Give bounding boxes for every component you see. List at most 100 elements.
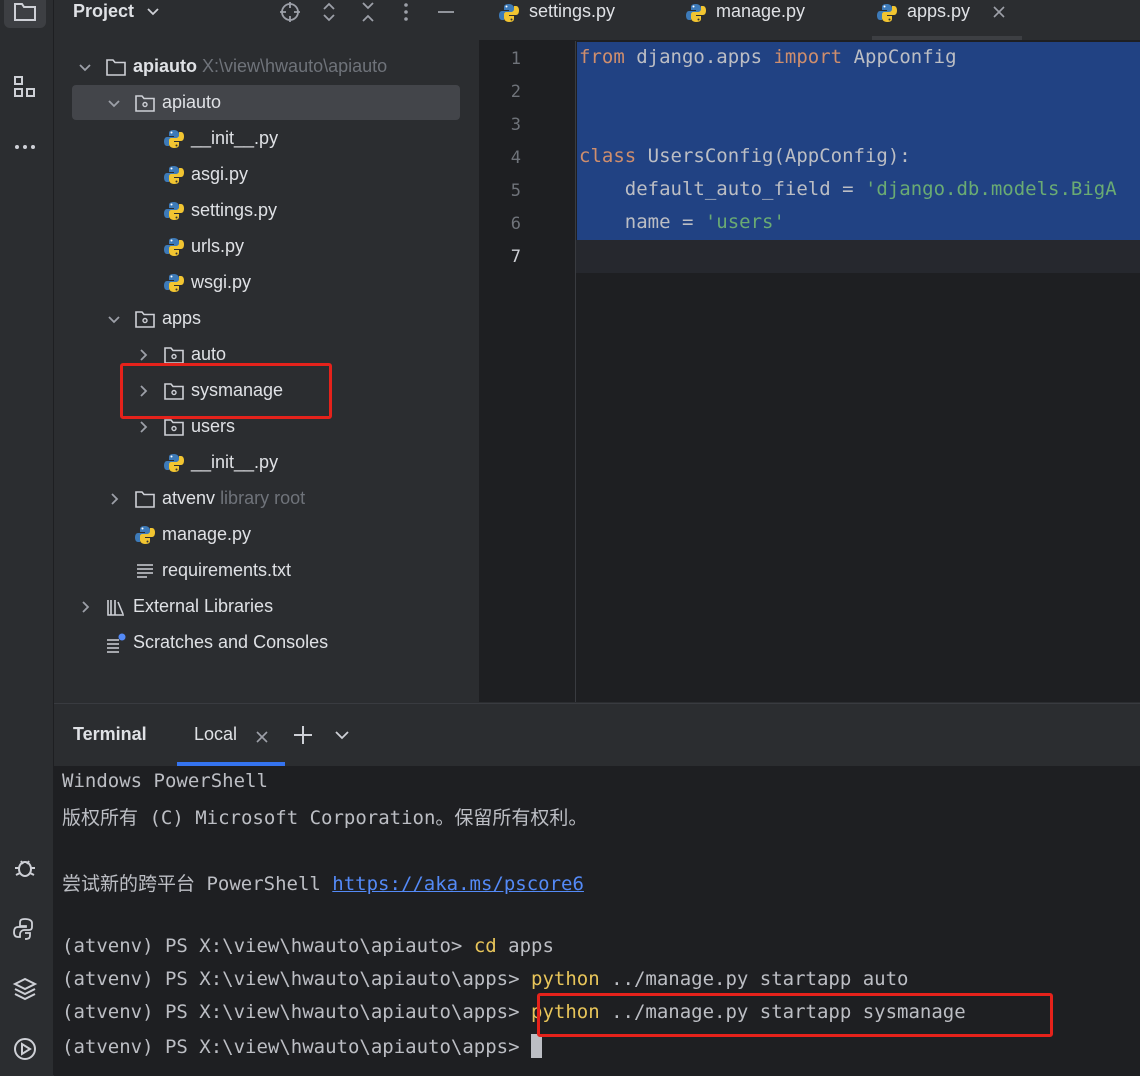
tree-item-init-py[interactable]: __init__.py xyxy=(54,445,478,481)
folder-icon[interactable] xyxy=(4,0,46,28)
terminal-line: (atvenv) PS X:\view\hwauto\apiauto\apps> xyxy=(62,1034,542,1058)
active-tab-indicator xyxy=(177,762,285,766)
tree-item-label: asgi.py xyxy=(191,164,249,184)
terminal-header: Terminal Local xyxy=(54,704,1140,766)
python-file-icon xyxy=(685,2,707,24)
line-number: 4 xyxy=(510,148,521,168)
terminal-line: 版权所有 (C) Microsoft Corporation。保留所有权利。 xyxy=(62,807,588,829)
tab-manage-py[interactable]: manage.py xyxy=(685,0,835,40)
python-file-icon xyxy=(163,164,185,186)
project-panel-header: Project xyxy=(54,0,478,26)
python-file-icon xyxy=(498,2,520,24)
package-folder-icon xyxy=(134,308,156,330)
tree-item-settings-py[interactable]: settings.py xyxy=(54,193,478,229)
tree-item-wsgi-py[interactable]: wsgi.py xyxy=(54,265,478,301)
package-folder-icon xyxy=(134,92,156,114)
tree-item-hint: library root xyxy=(220,488,306,508)
annotation-box xyxy=(120,363,332,419)
editor-tabs: settings.py manage.py apps.py xyxy=(479,0,1140,41)
python-file-icon xyxy=(163,452,185,474)
chevron-right-icon[interactable] xyxy=(135,419,151,435)
python-file-icon xyxy=(163,272,185,294)
tree-item-label: External Libraries xyxy=(133,596,274,616)
chevron-right-icon[interactable] xyxy=(77,599,93,615)
text-file-icon xyxy=(134,560,156,582)
tab-label: settings.py xyxy=(529,1,616,21)
line-number: 6 xyxy=(510,214,521,234)
folder-icon xyxy=(134,488,156,510)
project-panel: Project apiauto X:\view\hwauto\apiauto ap… xyxy=(54,0,478,702)
chevron-down-icon[interactable] xyxy=(77,59,93,75)
options-icon[interactable] xyxy=(395,0,417,24)
terminal-panel: Terminal Local Windows PowerShell 版权所有 (C… xyxy=(54,703,1140,1076)
current-line-highlight xyxy=(479,240,1140,273)
chevron-right-icon[interactable] xyxy=(135,347,151,363)
line-number: 3 xyxy=(510,115,521,135)
terminal-title: Terminal xyxy=(73,724,147,744)
tree-item-label: atvenv library root xyxy=(162,488,306,508)
tree-item-label: urls.py xyxy=(191,236,245,256)
close-icon[interactable] xyxy=(992,5,1006,19)
line-number: 2 xyxy=(510,82,521,102)
python-file-icon xyxy=(134,524,156,546)
line-number: 1 xyxy=(510,49,521,69)
chevron-down-icon[interactable] xyxy=(333,726,351,744)
tree-item-label: apiauto xyxy=(162,92,222,112)
tree-item-label: wsgi.py xyxy=(191,272,252,292)
more-icon[interactable] xyxy=(4,130,46,164)
close-icon[interactable] xyxy=(255,730,269,744)
tree-item-label: Scratches and Consoles xyxy=(133,632,329,652)
tree-item-label: users xyxy=(191,416,236,436)
chevron-down-icon[interactable] xyxy=(106,95,122,111)
tree-item-apiauto[interactable]: apiauto X:\view\hwauto\apiauto xyxy=(54,49,478,85)
tab-apps-py[interactable]: apps.py xyxy=(876,0,1016,40)
tab-label: apps.py xyxy=(907,1,971,21)
chevron-down-icon[interactable] xyxy=(145,3,161,19)
folder-icon xyxy=(105,56,127,78)
tab-settings-py[interactable]: settings.py xyxy=(498,0,648,40)
code-line: from django.apps import AppConfig xyxy=(579,46,957,68)
services-icon[interactable] xyxy=(4,1032,46,1066)
tree-item-label: settings.py xyxy=(191,200,278,220)
tree-item-scratches-and-consoles[interactable]: Scratches and Consoles xyxy=(54,625,478,661)
tree-item-label: apps xyxy=(162,308,202,328)
tree-item-requirements-txt[interactable]: requirements.txt xyxy=(54,553,478,589)
annotation-box xyxy=(537,993,1053,1037)
collapse-all-icon[interactable] xyxy=(357,0,379,24)
terminal-line: Windows PowerShell xyxy=(62,770,268,792)
scratches-icon xyxy=(105,632,127,654)
python-file-icon xyxy=(163,236,185,258)
tree-item-atvenv[interactable]: atvenv library root xyxy=(54,481,478,517)
tree-item-urls-py[interactable]: urls.py xyxy=(54,229,478,265)
tree-item-label: __init__.py xyxy=(191,452,279,472)
terminal-line: 尝试新的跨平台 PowerShell https://aka.ms/pscore… xyxy=(62,873,584,895)
terminal-tab-local[interactable]: Local xyxy=(194,724,237,745)
chevron-down-icon[interactable] xyxy=(106,311,122,327)
tree-item-apps[interactable]: apps xyxy=(54,301,478,337)
terminal-line: (atvenv) PS X:\view\hwauto\apiauto\apps>… xyxy=(62,968,909,990)
tree-item-apiauto[interactable]: apiauto xyxy=(54,85,478,121)
tree-item-label: __init__.py xyxy=(191,128,279,148)
expand-all-icon[interactable] xyxy=(318,0,340,24)
hide-panel-icon[interactable] xyxy=(435,0,457,24)
tree-item-init-py[interactable]: __init__.py xyxy=(54,121,478,157)
structure-icon[interactable] xyxy=(4,70,46,104)
python-console-icon[interactable] xyxy=(4,912,46,946)
tree-item-asgi-py[interactable]: asgi.py xyxy=(54,157,478,193)
plus-icon[interactable] xyxy=(292,724,314,746)
layers-icon[interactable] xyxy=(4,972,46,1006)
tree-item-external-libraries[interactable]: External Libraries xyxy=(54,589,478,625)
tree-item-label: apiauto X:\view\hwauto\apiauto xyxy=(133,56,388,76)
line-number: 7 xyxy=(510,247,521,267)
chevron-right-icon[interactable] xyxy=(106,491,122,507)
project-title[interactable]: Project xyxy=(73,1,134,22)
debug-icon[interactable] xyxy=(4,850,46,884)
tab-label: manage.py xyxy=(716,1,806,21)
locate-icon[interactable] xyxy=(279,0,301,24)
code-line: class UsersConfig(AppConfig): xyxy=(579,145,911,167)
terminal-line: (atvenv) PS X:\view\hwauto\apiauto> cd a… xyxy=(62,935,554,957)
python-file-icon xyxy=(163,128,185,150)
package-folder-icon xyxy=(163,416,185,438)
tree-item-label: auto xyxy=(191,344,227,364)
tree-item-manage-py[interactable]: manage.py xyxy=(54,517,478,553)
